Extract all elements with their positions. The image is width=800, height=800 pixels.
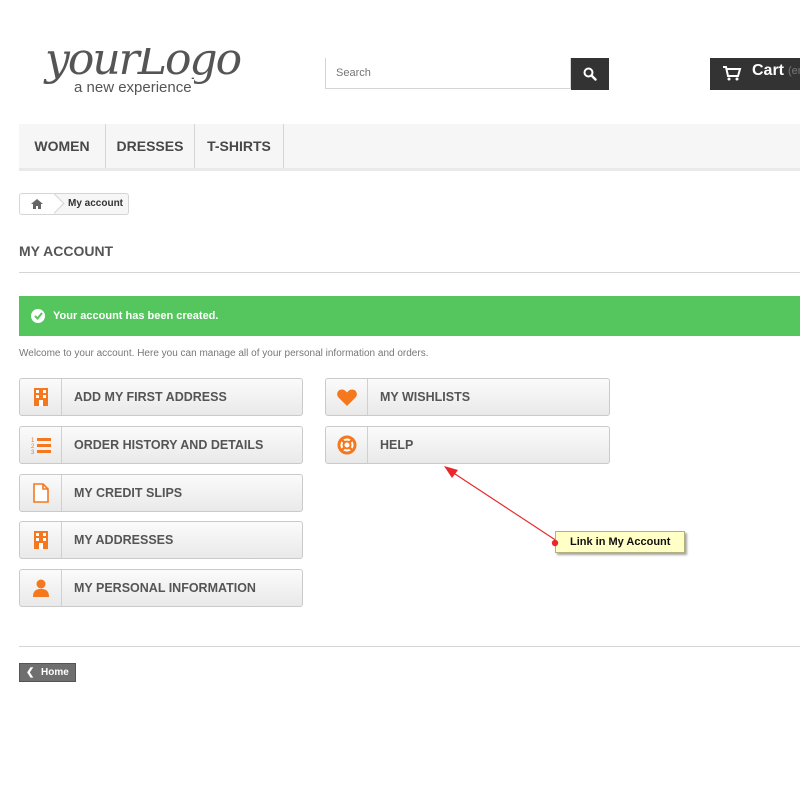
cart-button[interactable]: Cart (em xyxy=(710,58,800,90)
breadcrumb-home[interactable] xyxy=(20,194,54,214)
cart-icon xyxy=(723,66,742,81)
file-icon xyxy=(20,475,62,511)
home-button[interactable]: ❮ Home xyxy=(19,663,76,682)
order-history-button[interactable]: 1 2 3 ORDER HISTORY AND DETAILS xyxy=(19,426,303,464)
breadcrumb: My account xyxy=(19,193,129,215)
help-label: HELP xyxy=(380,438,414,452)
success-alert: Your account has been created. xyxy=(19,296,800,336)
personal-information-button[interactable]: MY PERSONAL INFORMATION xyxy=(19,569,303,607)
building-icon xyxy=(20,522,62,558)
annotation-text: Link in My Account xyxy=(570,536,671,548)
personal-information-label: MY PERSONAL INFORMATION xyxy=(74,581,256,595)
nav-item-tshirts[interactable]: T-SHIRTS xyxy=(195,124,284,168)
my-addresses-label: MY ADDRESSES xyxy=(74,533,174,547)
cart-label: Cart xyxy=(752,62,785,79)
credit-slips-button[interactable]: MY CREDIT SLIPS xyxy=(19,474,303,512)
credit-slips-label: MY CREDIT SLIPS xyxy=(74,486,183,500)
add-first-address-label: ADD MY FIRST ADDRESS xyxy=(74,390,227,404)
order-history-label: ORDER HISTORY AND DETAILS xyxy=(74,438,264,452)
list-ol-icon: 1 2 3 xyxy=(20,427,62,463)
help-button[interactable]: HELP xyxy=(325,426,610,464)
welcome-text: Welcome to your account. Here you can ma… xyxy=(19,348,429,359)
search-icon xyxy=(583,67,597,81)
check-circle-icon xyxy=(31,309,45,323)
home-button-label: Home xyxy=(41,667,69,678)
nav-item-dresses[interactable]: DRESSES xyxy=(106,124,195,168)
callout-dot-icon xyxy=(551,539,559,547)
user-icon xyxy=(20,570,62,606)
my-wishlists-button[interactable]: MY WISHLISTS xyxy=(325,378,610,416)
logo-tagline: a new experience xyxy=(72,79,194,96)
cart-empty-label: (em xyxy=(788,65,800,77)
search-input[interactable] xyxy=(325,58,571,89)
search-bar xyxy=(325,58,610,91)
main-nav: WOMEN DRESSES T-SHIRTS xyxy=(19,124,800,171)
store-logo[interactable]: yourLogo a new experience xyxy=(40,48,260,98)
svg-text:3: 3 xyxy=(31,450,35,454)
life-ring-icon xyxy=(326,427,368,463)
nav-item-women[interactable]: WOMEN xyxy=(19,124,106,168)
page-title: MY ACCOUNT xyxy=(19,243,114,259)
add-first-address-button[interactable]: ADD MY FIRST ADDRESS xyxy=(19,378,303,416)
annotation-callout: Link in My Account xyxy=(551,531,685,553)
my-wishlists-label: MY WISHLISTS xyxy=(380,390,471,404)
chevron-left-icon: ❮ xyxy=(26,667,35,678)
title-divider xyxy=(19,272,800,273)
footer-divider xyxy=(19,646,800,647)
building-icon xyxy=(20,379,62,415)
breadcrumb-current: My account xyxy=(68,198,124,209)
search-button[interactable] xyxy=(571,58,609,90)
home-icon xyxy=(31,199,43,209)
heart-icon xyxy=(326,379,368,415)
success-message: Your account has been created. xyxy=(53,310,219,322)
my-addresses-button[interactable]: MY ADDRESSES xyxy=(19,521,303,559)
